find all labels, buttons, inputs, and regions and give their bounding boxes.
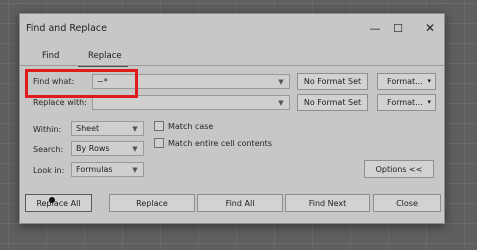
chevron-down-icon[interactable]: ▼: [129, 164, 141, 176]
maximize-icon[interactable]: ☐: [388, 19, 408, 37]
replace-all-button[interactable]: Replace All: [25, 194, 92, 212]
replace-format-label: Format...: [387, 98, 423, 107]
find-format-button[interactable]: Format... ▾: [377, 73, 436, 90]
match-case-label: Match case: [168, 122, 214, 131]
look-in-label: Look in:: [33, 166, 65, 175]
search-value: By Rows: [76, 144, 110, 153]
within-label: Within:: [33, 125, 62, 134]
dialog-title: Find and Replace: [26, 23, 107, 34]
red-highlight-box: [25, 69, 138, 98]
look-in-value: Formulas: [76, 165, 113, 174]
mouse-cursor-icon: [49, 197, 55, 203]
find-format-label: Format...: [387, 77, 423, 86]
replace-no-format-set-button[interactable]: No Format Set: [297, 94, 368, 111]
title-bar: Find and Replace — ☐ ✕: [20, 14, 444, 42]
replace-format-button[interactable]: Format... ▾: [377, 94, 436, 111]
match-entire-label: Match entire cell contents: [168, 139, 272, 148]
find-replace-dialog: Find and Replace — ☐ ✕ Find Replace Find…: [19, 13, 445, 224]
replace-button[interactable]: Replace: [109, 194, 195, 212]
find-next-button[interactable]: Find Next: [285, 194, 370, 212]
chevron-down-icon[interactable]: ▼: [129, 123, 141, 135]
chevron-down-icon: ▾: [427, 98, 431, 106]
look-in-select[interactable]: Formulas ▼: [71, 162, 144, 177]
find-all-button[interactable]: Find All: [197, 194, 283, 212]
match-entire-checkbox[interactable]: [154, 138, 164, 148]
tab-replace[interactable]: Replace: [88, 51, 122, 61]
replace-with-label: Replace with:: [33, 98, 87, 107]
within-select[interactable]: Sheet ▼: [71, 121, 144, 136]
chevron-down-icon[interactable]: ▼: [275, 76, 287, 88]
search-select[interactable]: By Rows ▼: [71, 141, 144, 156]
close-button[interactable]: Close: [373, 194, 441, 212]
chevron-down-icon[interactable]: ▼: [275, 97, 287, 109]
tab-divider: [20, 65, 444, 66]
minimize-icon[interactable]: —: [365, 19, 385, 37]
options-toggle-button[interactable]: Options <<: [364, 160, 434, 178]
search-label: Search:: [33, 145, 64, 154]
within-value: Sheet: [76, 124, 100, 133]
match-case-checkbox[interactable]: [154, 121, 164, 131]
find-no-format-set-button[interactable]: No Format Set: [297, 73, 368, 90]
chevron-down-icon: ▾: [427, 77, 431, 85]
close-icon[interactable]: ✕: [420, 19, 440, 37]
chevron-down-icon[interactable]: ▼: [129, 143, 141, 155]
tab-find[interactable]: Find: [42, 51, 59, 61]
